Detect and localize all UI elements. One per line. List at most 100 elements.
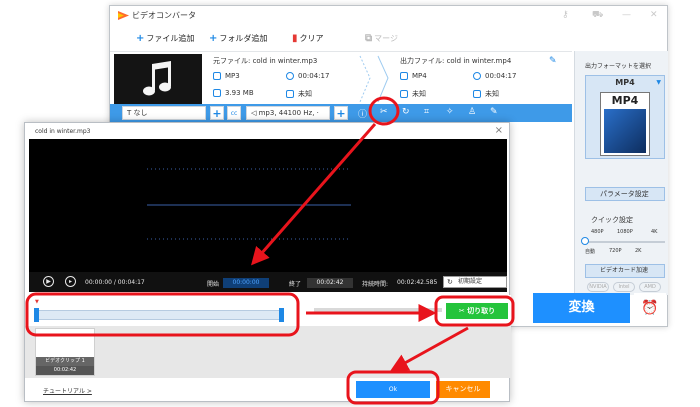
clear-button[interactable]: ▮ クリア bbox=[292, 33, 324, 44]
trim-icon[interactable]: ✂ bbox=[380, 107, 388, 117]
ok-button[interactable]: Ok bbox=[356, 381, 430, 398]
parameter-settings-button[interactable]: パラメータ設定 bbox=[585, 187, 665, 201]
source-format: MP3 bbox=[213, 72, 240, 80]
waveform-lines bbox=[147, 168, 351, 240]
music-note-icon bbox=[143, 61, 171, 96]
title-bar: ビデオコンバータ ⚷ ⛟ — ✕ bbox=[110, 6, 667, 26]
clock-icon bbox=[473, 72, 481, 80]
cut-button[interactable]: ✂ 切り取り bbox=[446, 303, 508, 319]
merge-icon: ⧉ bbox=[365, 33, 373, 44]
source-resolution: 未知 bbox=[286, 89, 312, 99]
watermark-icon[interactable]: ♙ bbox=[468, 107, 476, 117]
quality-slider-knob[interactable] bbox=[581, 237, 589, 245]
output-duration-value: 00:04:17 bbox=[485, 72, 517, 80]
edit-name-icon[interactable]: ✎ bbox=[549, 56, 557, 66]
screenshot-stage: ビデオコンバータ ⚷ ⛟ — ✕ + ファイル追加 + フォルダ追加 ▮ クリア… bbox=[0, 0, 700, 407]
cut-label: 切り取り bbox=[467, 307, 496, 315]
cancel-button[interactable]: キャンセル bbox=[436, 381, 490, 398]
add-subtitle-button[interactable]: + bbox=[210, 106, 224, 120]
mp4-icon-label: MP4 bbox=[611, 94, 639, 107]
file-row: 元ファイル: cold in winter.mp3 MP3 00:04:17 3… bbox=[110, 51, 572, 104]
next-frame-icon[interactable]: ▸ bbox=[65, 276, 76, 287]
minimize-icon[interactable]: — bbox=[622, 10, 631, 20]
reset-label: 初期設定 bbox=[458, 278, 483, 285]
start-label: 開始 bbox=[207, 281, 220, 288]
add-folder-button[interactable]: + フォルダ追加 bbox=[209, 33, 267, 44]
output-settings-panel: 出力フォーマットを選択 MP4 ▼ MP4 パラメータ設定 クイック設定 480… bbox=[574, 51, 668, 295]
res-1080p: 1080P bbox=[617, 229, 633, 235]
res-480p: 480P bbox=[591, 229, 604, 235]
folder-icon bbox=[213, 89, 221, 97]
duration-value: 00:02:42.585 bbox=[397, 279, 438, 286]
end-label: 終了 bbox=[289, 281, 302, 288]
resolution-icon bbox=[286, 90, 294, 98]
folder-icon bbox=[400, 90, 408, 98]
source-resolution-value: 未知 bbox=[298, 90, 312, 98]
output-size: 未知 bbox=[400, 89, 426, 99]
trim-range[interactable] bbox=[35, 310, 283, 320]
convert-button[interactable]: 変換 bbox=[533, 293, 630, 323]
trim-end-handle[interactable] bbox=[279, 308, 284, 322]
edit-icon[interactable]: ✎ bbox=[490, 107, 498, 117]
quality-slider-track[interactable] bbox=[585, 241, 665, 243]
resolution-icon bbox=[473, 90, 481, 98]
key-icon[interactable]: ⚷ bbox=[562, 10, 569, 20]
trim-timeline: ▼ bbox=[29, 295, 511, 325]
cart-icon[interactable]: ⛟ bbox=[592, 10, 603, 21]
gpu-acceleration-button[interactable]: ビデオカード加速 bbox=[585, 264, 665, 278]
file-thumbnail bbox=[114, 54, 202, 104]
app-logo-icon bbox=[118, 11, 129, 20]
cc-button[interactable]: cc bbox=[227, 106, 241, 120]
rotate-icon[interactable]: ↻ bbox=[402, 107, 410, 117]
effect-icon[interactable]: ✧ bbox=[446, 107, 454, 117]
merge-label: マージ bbox=[374, 34, 398, 43]
dialog-close-icon[interactable]: × bbox=[495, 125, 503, 136]
clip-name: ビデオクリップ 1 bbox=[36, 357, 94, 366]
subtitle-select[interactable]: T なし bbox=[122, 106, 206, 120]
audio-track-select[interactable]: ◁ mp3, 44100 Hz, · bbox=[246, 106, 330, 120]
subtitle-value: なし bbox=[133, 109, 148, 117]
alarm-clock-icon[interactable]: ⏰ bbox=[634, 293, 666, 323]
add-audio-button[interactable]: + bbox=[334, 106, 348, 120]
gpu-acceleration-label: ビデオカード加速 bbox=[600, 267, 649, 274]
play-icon[interactable]: ▶ bbox=[43, 276, 54, 287]
clear-label: クリア bbox=[299, 34, 324, 43]
output-format-label: 出力フォーマットを選択 bbox=[585, 63, 652, 70]
source-duration-value: 00:04:17 bbox=[298, 72, 330, 80]
info-icon[interactable]: ⓘ bbox=[358, 107, 367, 120]
start-time-input[interactable]: 00:00:00 bbox=[223, 278, 269, 288]
clip-duration: 00:02:42 bbox=[36, 366, 94, 375]
duration-label: 持続時間: bbox=[362, 281, 389, 288]
clock-icon bbox=[286, 72, 294, 80]
plus-icon: + bbox=[209, 33, 218, 44]
close-icon[interactable]: ✕ bbox=[650, 10, 658, 20]
format-name: MP4 bbox=[615, 78, 635, 87]
format-icon bbox=[400, 72, 408, 80]
add-folder-label: フォルダ追加 bbox=[219, 34, 268, 43]
playhead-marker-icon[interactable]: ▼ bbox=[35, 299, 39, 305]
intel-chip: Intel bbox=[613, 282, 635, 292]
dropdown-arrow-icon: ▼ bbox=[656, 79, 661, 86]
plus-icon: + bbox=[136, 33, 145, 44]
speaker-icon: ◁ bbox=[251, 109, 259, 117]
parameter-settings-label: パラメータ設定 bbox=[600, 190, 649, 198]
timeline-remaining bbox=[314, 308, 442, 312]
reset-icon: ↻ bbox=[447, 278, 453, 286]
edit-toolbar: T なし + cc ◁ mp3, 44100 Hz, · + ⓘ ✂ ↻ ⌗ ✧… bbox=[110, 104, 572, 122]
dialog-title: cold in winter.mp3 bbox=[35, 128, 91, 135]
clip-item[interactable]: ビデオクリップ 1 00:02:42 bbox=[35, 328, 95, 376]
end-time-input[interactable]: 00:02:42 bbox=[307, 278, 353, 288]
trim-start-handle[interactable] bbox=[34, 308, 39, 322]
merge-button[interactable]: ⧉ マージ bbox=[365, 33, 398, 44]
tutorial-link[interactable]: チュートリアル > bbox=[43, 386, 92, 395]
res-2k: 2K bbox=[635, 248, 642, 254]
res-4k: 4K bbox=[651, 229, 658, 235]
audio-track-value: mp3, 44100 Hz, · bbox=[258, 109, 319, 117]
format-selector[interactable]: MP4 ▼ MP4 bbox=[585, 75, 665, 159]
add-file-button[interactable]: + ファイル追加 bbox=[136, 33, 194, 44]
crop-icon[interactable]: ⌗ bbox=[424, 107, 429, 117]
reset-button[interactable]: ↻ 初期設定 bbox=[443, 276, 507, 288]
source-format-value: MP3 bbox=[225, 72, 240, 80]
source-duration: 00:04:17 bbox=[286, 72, 329, 80]
format-icon bbox=[213, 72, 221, 80]
